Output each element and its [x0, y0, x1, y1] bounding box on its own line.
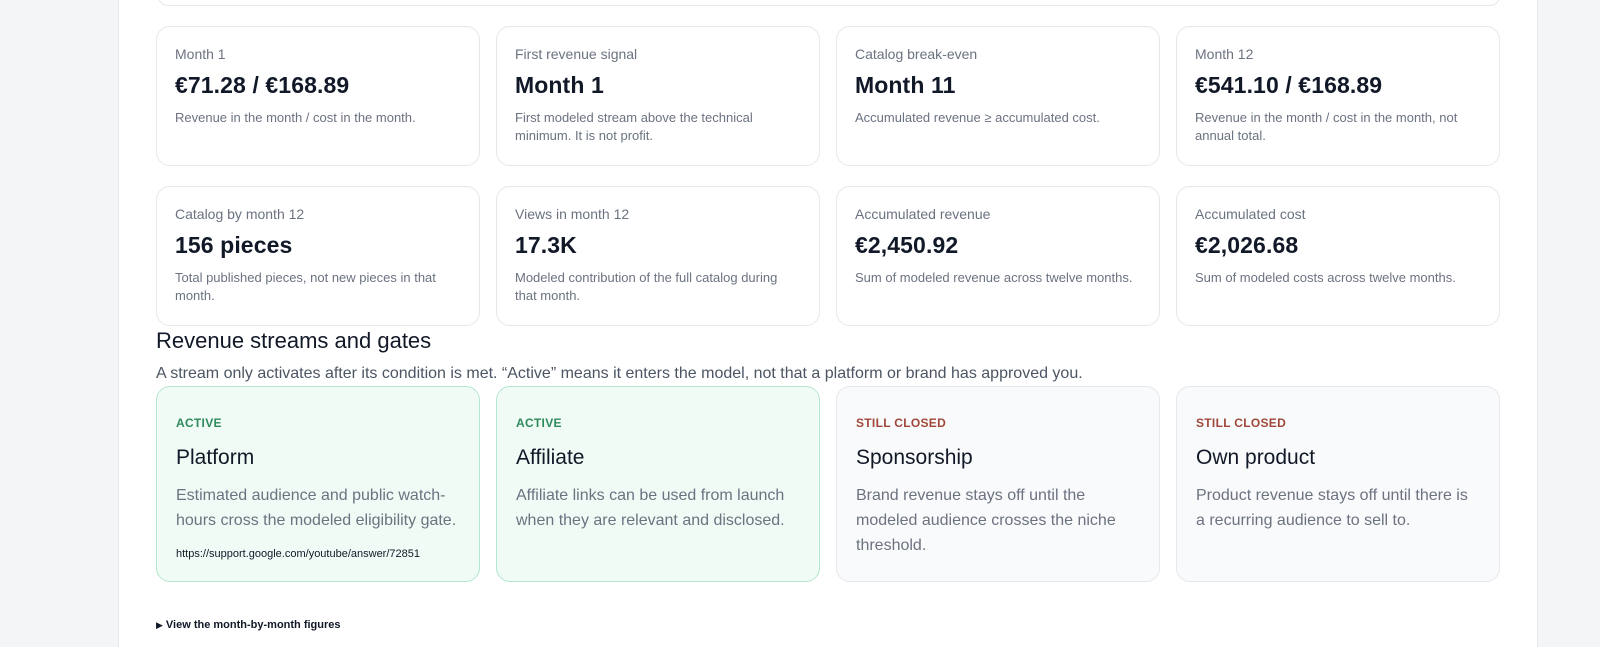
stream-card-platform: ACTIVE Platform Estimated audience and p…	[156, 386, 480, 582]
metric-note: First modeled stream above the technical…	[515, 110, 753, 143]
stream-card-own-product: STILL CLOSED Own product Product revenue…	[1176, 386, 1500, 582]
metric-card-month-12: Month 12 €541.10 / €168.89 Revenue in th…	[1176, 26, 1500, 166]
stream-description: Brand revenue stays off until the modele…	[856, 487, 1116, 554]
metric-label: Accumulated cost	[1195, 206, 1306, 222]
metric-value: Month 11	[855, 72, 956, 98]
metric-label: Catalog by month 12	[175, 206, 305, 222]
stream-name: Own product	[1196, 446, 1316, 469]
metric-note: Total published pieces, not new pieces i…	[175, 270, 436, 303]
metric-label: Catalog break-even	[855, 46, 978, 62]
metric-note: Modeled contribution of the full catalog…	[515, 270, 778, 303]
metric-card-catalog-break-even: Catalog break-even Month 11 Accumulated …	[836, 26, 1160, 166]
metric-label: First revenue signal	[515, 46, 638, 62]
stream-card-affiliate: ACTIVE Affiliate Affiliate links can be …	[496, 386, 820, 582]
status-badge: STILL CLOSED	[1196, 416, 1287, 430]
metric-card-accumulated-revenue: Accumulated revenue €2,450.92 Sum of mod…	[836, 186, 1160, 326]
previous-card-edge	[158, 0, 1500, 6]
stream-description: Product revenue stays off until there is…	[1196, 487, 1468, 529]
metric-note: Revenue in the month / cost in the month…	[175, 110, 416, 125]
metric-card-views-month-12: Views in month 12 17.3K Modeled contribu…	[496, 186, 820, 326]
metric-value: 156 pieces	[175, 232, 293, 258]
metric-label: Month 12	[1195, 46, 1254, 62]
revenue-streams: ACTIVE Platform Estimated audience and p…	[156, 386, 1500, 582]
triangle-right-icon: ▶	[156, 620, 163, 630]
stream-card-sponsorship: STILL CLOSED Sponsorship Brand revenue s…	[836, 386, 1160, 582]
metric-card-accumulated-cost: Accumulated cost €2,026.68 Sum of modele…	[1176, 186, 1500, 326]
metric-card-month-1: Month 1 €71.28 / €168.89 Revenue in the …	[156, 26, 480, 166]
metric-value: €541.10 / €168.89	[1195, 72, 1383, 98]
status-badge: STILL CLOSED	[856, 416, 947, 430]
toggle-label: View the month-by-month figures	[165, 619, 341, 631]
month-by-month-toggle[interactable]: ▶ View the month-by-month figures	[156, 619, 341, 631]
stream-name: Sponsorship	[856, 446, 973, 469]
metric-note: Revenue in the month / cost in the month…	[1195, 110, 1458, 143]
metric-card-catalog-by-month-12: Catalog by month 12 156 pieces Total pub…	[156, 186, 480, 326]
stream-description: Affiliate links can be used from launch …	[516, 487, 785, 529]
section-description: A stream only activates after its condit…	[156, 365, 1083, 382]
section-title: Revenue streams and gates	[156, 328, 432, 353]
status-badge: ACTIVE	[516, 416, 562, 430]
metric-value: €2,450.92	[855, 232, 959, 258]
stream-source-link[interactable]: https://support.google.com/youtube/answe…	[176, 547, 460, 561]
status-badge: ACTIVE	[176, 416, 222, 430]
metric-value: €71.28 / €168.89	[175, 72, 350, 98]
stream-name: Platform	[176, 446, 255, 469]
metric-value: €2,026.68	[1195, 232, 1299, 258]
metric-note: Sum of modeled revenue across twelve mon…	[855, 270, 1133, 285]
metric-label: Accumulated revenue	[855, 206, 991, 222]
metrics-row-1: Month 1 €71.28 / €168.89 Revenue in the …	[156, 26, 1500, 166]
metric-card-first-revenue-signal: First revenue signal Month 1 First model…	[496, 26, 820, 166]
metric-value: 17.3K	[515, 232, 577, 258]
metric-value: Month 1	[515, 72, 604, 98]
stream-name: Affiliate	[516, 446, 585, 469]
metric-label: Views in month 12	[515, 206, 630, 222]
metrics-row-2: Catalog by month 12 156 pieces Total pub…	[156, 186, 1500, 326]
stream-description: Estimated audience and public watch-hour…	[176, 487, 457, 529]
metric-label: Month 1	[175, 46, 226, 62]
metric-note: Sum of modeled costs across twelve month…	[1195, 270, 1456, 285]
metric-note: Accumulated revenue ≥ accumulated cost.	[855, 110, 1100, 125]
